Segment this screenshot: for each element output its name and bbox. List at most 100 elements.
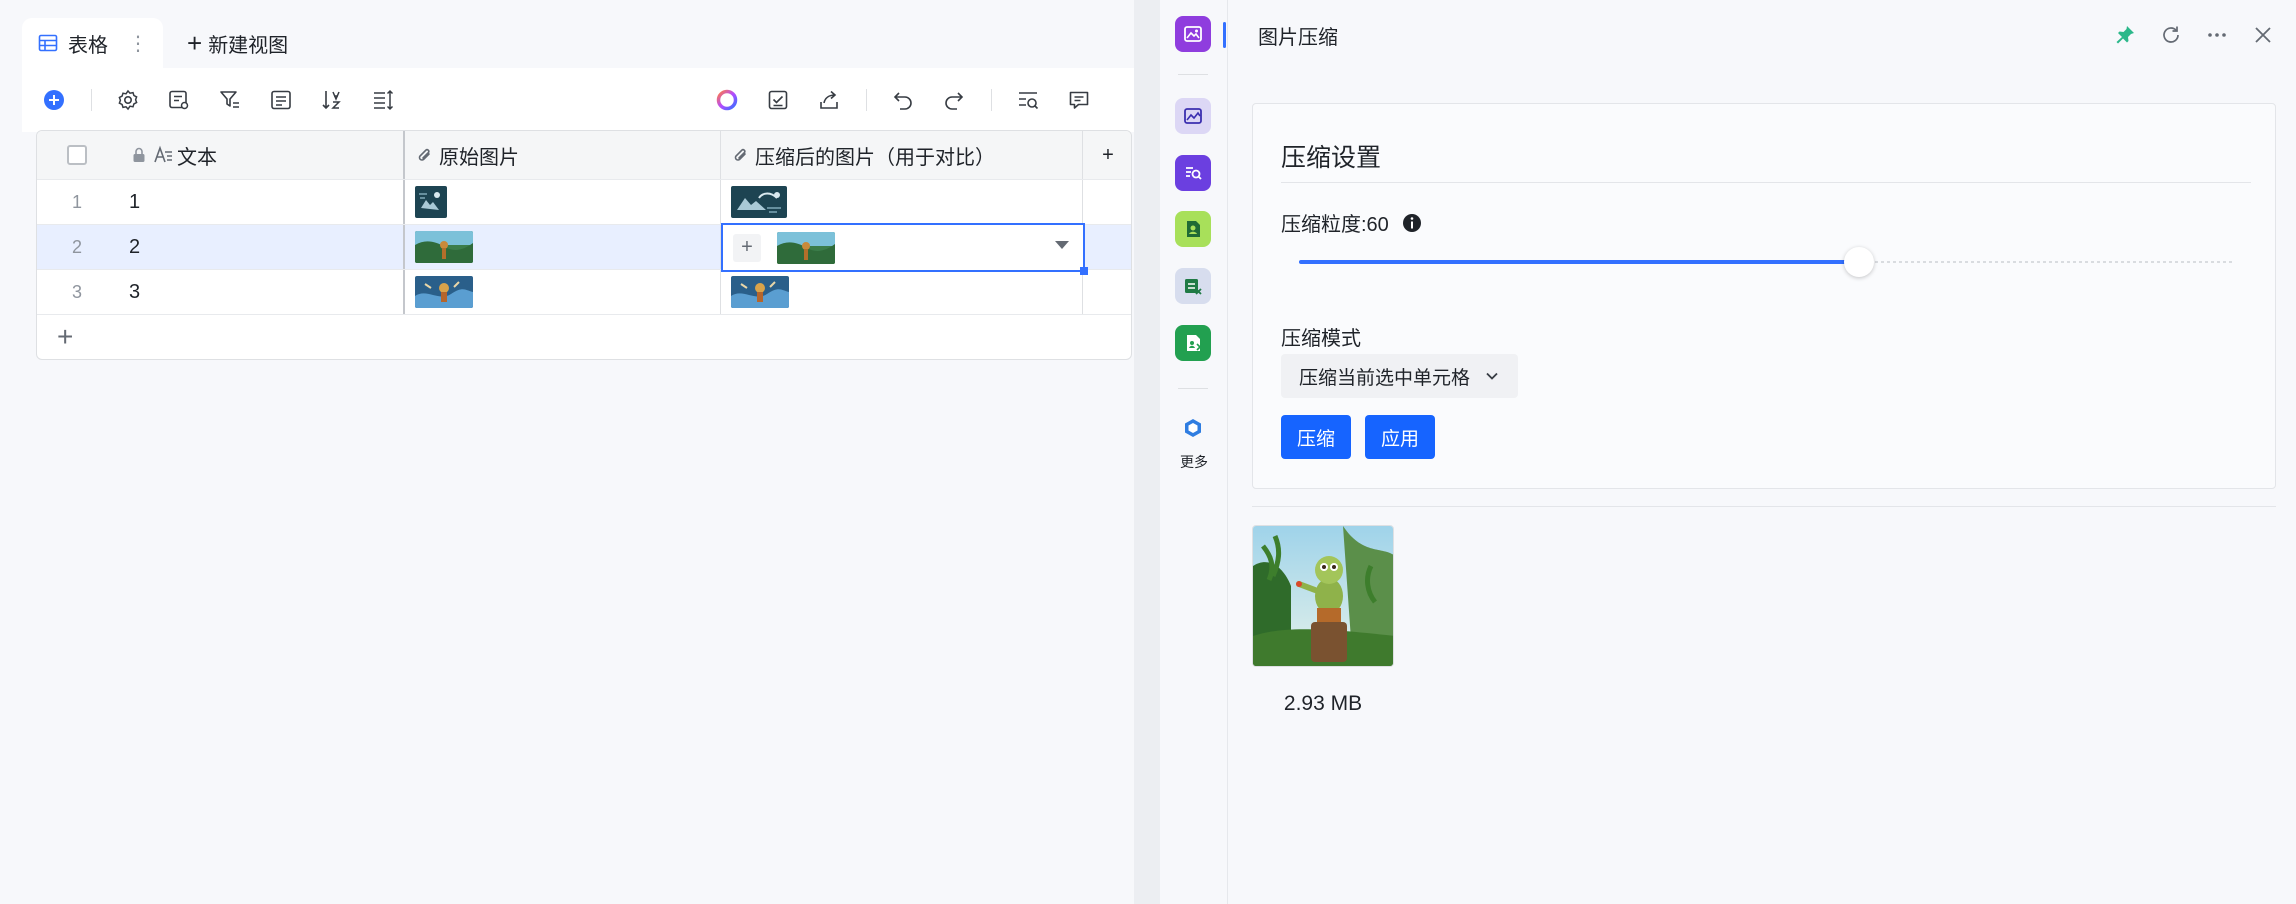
original-image-cell[interactable] [405, 270, 721, 314]
mode-select-value: 压缩当前选中单元格 [1299, 367, 1471, 389]
column-header-text[interactable]: 文本 [117, 131, 405, 179]
chevron-down-icon [1486, 372, 1498, 380]
panel-header: 图片压缩 [1228, 0, 2296, 70]
row-height-button[interactable] [369, 86, 397, 114]
image-thumbnail[interactable] [777, 231, 835, 264]
filter-button[interactable] [216, 86, 244, 114]
granularity-label-text: 压缩粒度:60 [1281, 214, 1389, 236]
rail-item-more[interactable] [1175, 410, 1211, 446]
original-image-cell[interactable] [405, 225, 721, 269]
ai-ring-icon [716, 89, 738, 111]
field-manager-button[interactable] [165, 86, 193, 114]
grid-header: 文本 原始图片 压缩后的图片（用于对比） + [37, 131, 1131, 180]
checklist-icon [768, 90, 788, 110]
apply-button[interactable]: 应用 [1365, 415, 1436, 459]
selected-attachment-cell[interactable]: + [721, 223, 1088, 275]
group-button[interactable] [267, 86, 295, 114]
slider-thumb[interactable] [1844, 247, 1874, 277]
table-row[interactable]: 1 1 [37, 180, 1131, 225]
column-header-label: 文本 [177, 146, 217, 169]
undo-button[interactable] [889, 86, 917, 114]
compress-button[interactable]: 压缩 [1281, 415, 1352, 459]
rail-item-image-compress[interactable] [1175, 16, 1211, 52]
add-attachment-button[interactable]: + [733, 233, 761, 262]
refresh-button[interactable] [2156, 20, 2186, 50]
image-share-icon [1187, 335, 1202, 351]
mode-select[interactable]: 压缩当前选中单元格 [1281, 354, 1519, 398]
cell-dropdown-icon[interactable] [1055, 241, 1069, 249]
select-all-checkbox-cell[interactable] [37, 131, 117, 179]
more-cube-icon [1185, 419, 1201, 437]
preview-image[interactable] [1252, 525, 1394, 667]
info-icon[interactable] [1401, 212, 1423, 234]
rail-more-label[interactable]: 更多 [1160, 452, 1228, 472]
image-person-icon [1187, 221, 1200, 237]
row-index: 3 [71, 281, 82, 302]
mode-label: 压缩模式 [1281, 328, 1361, 350]
toolbar-divider [91, 89, 92, 111]
table-row[interactable]: 3 3 [37, 270, 1131, 315]
tab-table-view[interactable]: 表格 ⋮ [22, 18, 163, 68]
close-button[interactable] [2248, 20, 2278, 50]
more-icon [2208, 33, 2226, 37]
search-icon [1019, 92, 1039, 110]
table-area: 表格 ⋮ + 新建视图 文本 原始图片 压缩后的图片（用于对比） + 1 1 2… [0, 0, 1134, 904]
rail-divider [1178, 388, 1208, 389]
select-all-checkbox[interactable] [67, 145, 87, 165]
lock-icon [133, 147, 145, 162]
add-record-button[interactable] [40, 86, 68, 114]
rail-item-sheet-export[interactable] [1175, 268, 1211, 304]
row-height-icon [374, 89, 394, 111]
rail-item-text-recognize[interactable] [1175, 155, 1211, 191]
text-cell[interactable]: 2 [117, 225, 405, 269]
image-thumbnail[interactable] [415, 231, 473, 263]
plus-icon: + [187, 27, 203, 58]
rail-item-image-person[interactable] [1175, 211, 1211, 247]
redo-button[interactable] [940, 86, 968, 114]
rail-item-image-share[interactable] [1175, 325, 1211, 361]
attachment-icon [418, 148, 430, 161]
image-thumbnail[interactable] [415, 276, 473, 308]
compressed-image-cell[interactable] [721, 270, 1083, 314]
view-bar: 表格 ⋮ + 新建视图 [22, 18, 288, 68]
text-cell[interactable]: 1 [117, 180, 405, 224]
more-button[interactable] [2202, 20, 2232, 50]
image-thumbnail[interactable] [415, 186, 447, 218]
filter-icon [220, 91, 239, 108]
image-thumbnail[interactable] [731, 276, 789, 308]
share-button[interactable] [815, 86, 843, 114]
settings-button[interactable] [114, 86, 142, 114]
share-icon [820, 90, 838, 109]
row-index: 1 [71, 191, 82, 212]
sort-button[interactable] [318, 86, 346, 114]
pane-divider[interactable] [1134, 0, 1160, 904]
column-header-original-image[interactable]: 原始图片 [405, 131, 721, 179]
table-toolbar [22, 68, 1134, 132]
new-view-label: 新建视图 [208, 34, 289, 57]
text-cell[interactable]: 3 [117, 270, 405, 314]
tab-more-icon[interactable]: ⋮ [128, 31, 148, 56]
comment-button[interactable] [1065, 86, 1093, 114]
add-column-button[interactable]: + [1083, 131, 1131, 179]
granularity-label: 压缩粒度:60 [1281, 208, 1423, 237]
attachment-icon [734, 148, 746, 161]
fill-handle[interactable] [1080, 267, 1088, 275]
compressed-image-cell[interactable] [721, 180, 1083, 224]
image-thumbnail[interactable] [731, 186, 787, 218]
field-manager-icon [169, 90, 189, 110]
granularity-slider[interactable] [1299, 247, 2233, 277]
card-divider [1281, 182, 2251, 183]
checklist-button[interactable] [764, 86, 792, 114]
sheet-export-icon [1185, 279, 1202, 295]
preview-file-size: 2.93 MB [1283, 692, 1363, 715]
ai-assistant-button[interactable] [713, 86, 741, 114]
column-header-compressed-image[interactable]: 压缩后的图片（用于对比） [721, 131, 1083, 179]
plugin-panel: 图片压缩 压缩设置 压缩粒度:60 压缩模式 压缩当前选中单元格 压缩 应用 2… [1228, 0, 2296, 904]
new-view-button[interactable]: + 新建视图 [187, 28, 288, 59]
pin-button[interactable] [2110, 20, 2140, 50]
search-button[interactable] [1014, 86, 1042, 114]
original-image-cell[interactable] [405, 180, 721, 224]
add-row-button[interactable]: + [57, 321, 73, 353]
rail-item-image-edit[interactable] [1175, 98, 1211, 134]
toolbar-divider [991, 89, 992, 111]
